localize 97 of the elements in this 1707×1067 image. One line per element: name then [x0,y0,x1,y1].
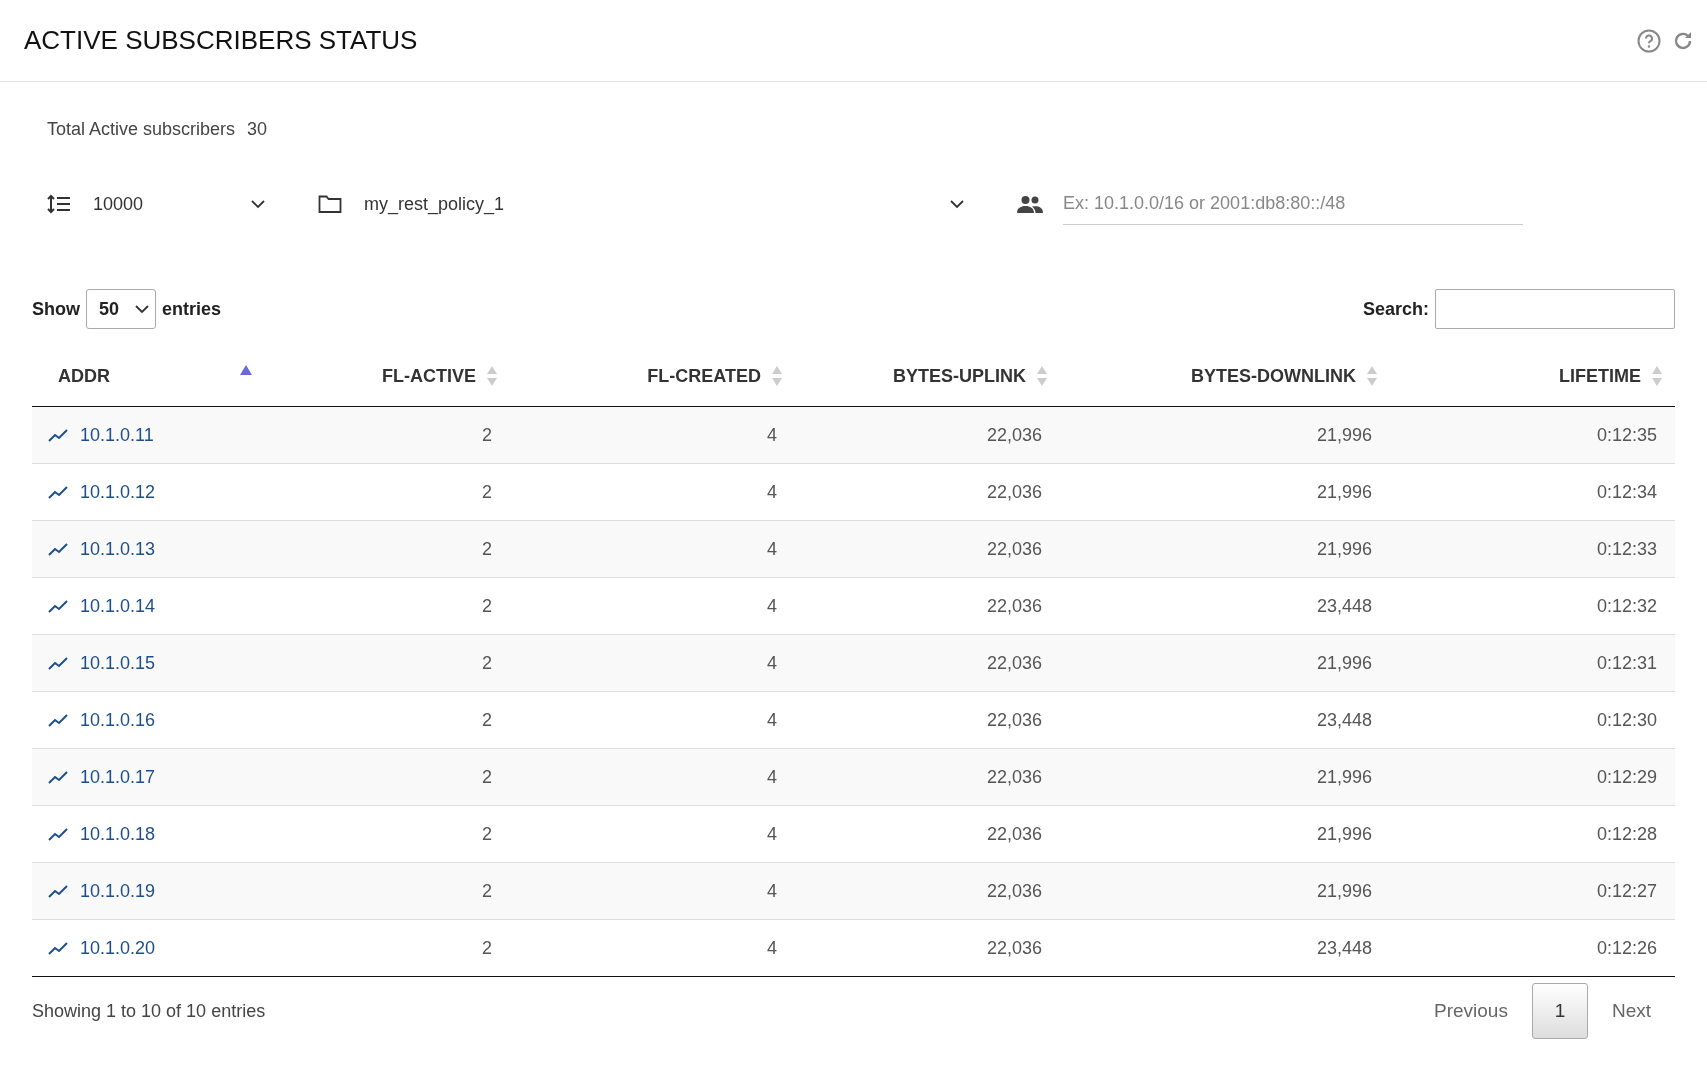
table-cell: 0:12:27 [1596,880,1657,901]
table-cell: 21,996 [1316,823,1372,844]
trend-chart-icon[interactable] [48,656,68,670]
column-header[interactable]: ADDR [32,346,265,407]
page-button[interactable]: 1 [1531,983,1588,1039]
trend-chart-icon[interactable] [48,941,68,955]
people-icon [1017,195,1043,213]
table-cell: 4 [767,652,777,673]
address-link[interactable]: 10.1.0.11 [80,424,154,446]
page-title: ACTIVE SUBSCRIBERS STATUS [24,25,418,56]
column-header[interactable]: LIFETIME [1390,346,1675,407]
column-header[interactable]: BYTES-DOWNLINK [1060,346,1390,407]
table-cell: 2 [482,424,492,445]
table-cell: 22,036 [986,937,1042,958]
table-cell: 2 [482,937,492,958]
table-cell: 4 [767,823,777,844]
previous-link[interactable]: Previous [1410,1000,1532,1022]
table-cell: 4 [767,538,777,559]
table-cell: 22,036 [986,424,1042,445]
table-cell: 2 [482,481,492,502]
table-cell: 23,448 [1316,709,1372,730]
show-label: Show [32,298,80,320]
table-cell: 21,996 [1316,880,1372,901]
table-cell: 0:12:29 [1596,766,1657,787]
folder-icon [318,194,342,214]
table-info: Showing 1 to 10 of 10 entries [32,1000,266,1022]
table-cell: 21,996 [1316,766,1372,787]
table-cell: 0:12:31 [1596,652,1657,673]
table-cell: 4 [767,424,777,445]
trend-chart-icon[interactable] [48,827,68,841]
table-cell: 21,996 [1316,652,1372,673]
table-cell: 0:12:34 [1596,481,1657,502]
table-cell: 0:12:32 [1596,595,1657,616]
table-cell: 2 [482,766,492,787]
chevron-down-icon [251,199,265,209]
address-link[interactable]: 10.1.0.18 [80,823,156,845]
address-link[interactable]: 10.1.0.13 [80,538,156,560]
entries-dropdown[interactable]: 50 [86,289,157,329]
address-link[interactable]: 10.1.0.12 [80,481,156,503]
trend-chart-icon[interactable] [48,884,68,898]
limit-dropdown[interactable]: 10000 [93,193,273,215]
address-link[interactable]: 10.1.0.17 [80,766,156,788]
table-cell: 0:12:33 [1596,538,1657,559]
help-icon[interactable] [1637,28,1661,53]
table-cell: 22,036 [986,766,1042,787]
policy-dropdown[interactable]: my_rest_policy_1 [364,193,972,215]
table-cell: 4 [767,766,777,787]
trend-chart-icon[interactable] [48,713,68,727]
table-cell: 2 [482,595,492,616]
entries-label: entries [162,298,222,320]
table-cell: 23,448 [1316,937,1372,958]
address-link[interactable]: 10.1.0.20 [80,937,156,959]
table-cell: 22,036 [986,595,1042,616]
table-cell: 21,996 [1316,538,1372,559]
trend-chart-icon[interactable] [48,428,68,442]
total-label: Total Active subscribers [47,118,236,140]
trend-chart-icon[interactable] [48,485,68,499]
chevron-down-icon [950,199,964,209]
table-cell: 4 [767,937,777,958]
trend-chart-icon[interactable] [48,599,68,613]
table-cell: 4 [767,880,777,901]
search-input[interactable] [1435,289,1675,329]
address-link[interactable]: 10.1.0.14 [80,595,156,617]
table-cell: 2 [482,823,492,844]
address-link[interactable]: 10.1.0.19 [80,880,156,902]
table-cell: 0:12:35 [1596,424,1657,445]
table-cell: 4 [767,595,777,616]
table-cell: 21,996 [1316,481,1372,502]
address-link[interactable]: 10.1.0.15 [80,652,156,674]
table-cell: 2 [482,709,492,730]
sort-list-icon [47,194,71,214]
table-cell: 0:12:28 [1596,823,1657,844]
trend-chart-icon[interactable] [48,542,68,556]
column-header[interactable]: FL-ACTIVE [265,346,510,407]
chevron-down-icon [135,304,150,314]
next-link[interactable]: Next [1587,1000,1675,1022]
table-cell: 21,996 [1316,424,1372,445]
table-cell: 0:12:26 [1596,937,1657,958]
search-label: Search: [1362,298,1429,320]
column-header[interactable]: BYTES-UPLINK [795,346,1060,407]
table-cell: 0:12:30 [1596,709,1657,730]
trend-chart-icon[interactable] [48,770,68,784]
table-cell: 22,036 [986,538,1042,559]
total-count: 30 [247,118,268,140]
column-header[interactable]: FL-CREATED [510,346,795,407]
table-cell: 22,036 [986,823,1042,844]
table-cell: 22,036 [986,481,1042,502]
table-cell: 23,448 [1316,595,1372,616]
table-cell: 2 [482,538,492,559]
table-cell: 4 [767,481,777,502]
address-link[interactable]: 10.1.0.16 [80,709,156,731]
table-cell: 22,036 [986,709,1042,730]
table-cell: 22,036 [986,652,1042,673]
table-cell: 22,036 [986,880,1042,901]
table-cell: 2 [482,880,492,901]
table-cell: 2 [482,652,492,673]
table-cell: 4 [767,709,777,730]
